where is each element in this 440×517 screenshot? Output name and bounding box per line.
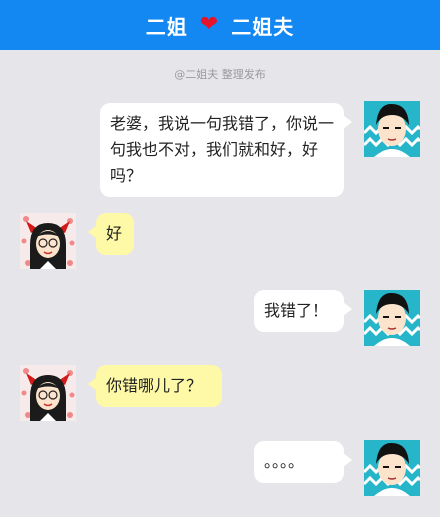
header-left-name: 二姐 [145,14,188,39]
message-bubble-husband: 我错了！ [254,290,352,332]
wife-avatar[interactable] [20,213,76,269]
husband-avatar-image [364,290,420,346]
message-bubble-wife: 好 [88,213,134,255]
husband-avatar-image [364,101,420,157]
message-bubble-husband: 。。。。 [254,441,352,483]
husband-avatar[interactable] [364,440,420,496]
chat-header: 二姐 ❤ 二姐夫 [0,0,440,50]
wife-avatar[interactable] [20,365,76,421]
wife-avatar-image [20,213,76,269]
wife-avatar-image [20,365,76,421]
header-right-name: 二姐夫 [231,14,295,39]
husband-avatar[interactable] [364,101,420,157]
heart-icon: ❤ [199,12,220,37]
husband-avatar-image [364,440,420,496]
message-bubble-wife: 你错哪儿了？ [88,365,222,407]
husband-avatar[interactable] [364,290,420,346]
credit-line: @二姐夫 整理发布 [174,68,266,81]
message-bubble-husband: 老婆，我说一句我错了，你说一句我也不对，我们就和好，好吗？ [100,103,352,197]
